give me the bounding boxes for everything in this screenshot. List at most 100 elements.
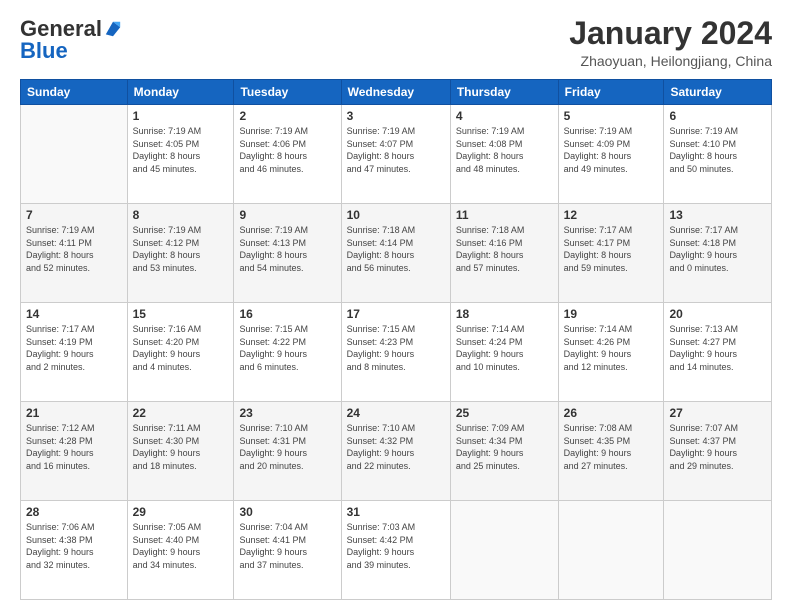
day-info: Sunrise: 7:19 AMSunset: 4:05 PMDaylight:…	[133, 125, 229, 175]
day-number: 12	[564, 208, 659, 222]
day-info: Sunrise: 7:14 AMSunset: 4:24 PMDaylight:…	[456, 323, 553, 373]
day-info: Sunrise: 7:06 AMSunset: 4:38 PMDaylight:…	[26, 521, 122, 571]
day-number: 24	[347, 406, 445, 420]
day-cell: 19 Sunrise: 7:14 AMSunset: 4:26 PMDayligh…	[558, 303, 664, 402]
day-cell	[664, 501, 772, 600]
day-info: Sunrise: 7:15 AMSunset: 4:22 PMDaylight:…	[239, 323, 335, 373]
day-info: Sunrise: 7:17 AMSunset: 4:18 PMDaylight:…	[669, 224, 766, 274]
day-cell: 2Sunrise: 7:19 AMSunset: 4:06 PMDaylight…	[234, 105, 341, 204]
calendar-table: SundayMondayTuesdayWednesdayThursdayFrid…	[20, 79, 772, 600]
week-row-5: 28Sunrise: 7:06 AMSunset: 4:38 PMDayligh…	[21, 501, 772, 600]
day-cell: 16 Sunrise: 7:15 AMSunset: 4:22 PMDayligh…	[234, 303, 341, 402]
week-row-2: 7 Sunrise: 7:19 AMSunset: 4:11 PMDaylight…	[21, 204, 772, 303]
day-number: 27	[669, 406, 766, 420]
day-number: 29	[133, 505, 229, 519]
day-cell: 31 Sunrise: 7:03 AMSunset: 4:42 PMDayligh…	[341, 501, 450, 600]
day-number: 17	[347, 307, 445, 321]
day-info: Sunrise: 7:18 AMSunset: 4:16 PMDaylight:…	[456, 224, 553, 274]
day-cell: 4 Sunrise: 7:19 AMSunset: 4:08 PMDaylight…	[450, 105, 558, 204]
col-header-friday: Friday	[558, 80, 664, 105]
day-info: Sunrise: 7:10 AMSunset: 4:32 PMDaylight:…	[347, 422, 445, 472]
day-info: Sunrise: 7:18 AMSunset: 4:14 PMDaylight:…	[347, 224, 445, 274]
day-info: Sunrise: 7:19 AMSunset: 4:09 PMDaylight:…	[564, 125, 659, 175]
day-info: Sunrise: 7:07 AMSunset: 4:37 PMDaylight:…	[669, 422, 766, 472]
day-number: 11	[456, 208, 553, 222]
day-number: 8	[133, 208, 229, 222]
day-cell: 18 Sunrise: 7:14 AMSunset: 4:24 PMDayligh…	[450, 303, 558, 402]
day-cell: 30 Sunrise: 7:04 AMSunset: 4:41 PMDayligh…	[234, 501, 341, 600]
day-number: 6	[669, 109, 766, 123]
day-info: Sunrise: 7:10 AMSunset: 4:31 PMDaylight:…	[239, 422, 335, 472]
day-number: 1	[133, 109, 229, 123]
day-cell: 25Sunrise: 7:09 AMSunset: 4:34 PMDayligh…	[450, 402, 558, 501]
header: General Blue January 2024 Zhaoyuan, Heil…	[20, 16, 772, 69]
month-title: January 2024	[569, 16, 772, 51]
day-cell: 9 Sunrise: 7:19 AMSunset: 4:13 PMDaylight…	[234, 204, 341, 303]
day-info: Sunrise: 7:13 AMSunset: 4:27 PMDaylight:…	[669, 323, 766, 373]
day-cell: 20 Sunrise: 7:13 AMSunset: 4:27 PMDayligh…	[664, 303, 772, 402]
day-cell: 21Sunrise: 7:12 AMSunset: 4:28 PMDayligh…	[21, 402, 128, 501]
logo: General Blue	[20, 16, 122, 64]
day-cell: 3Sunrise: 7:19 AMSunset: 4:07 PMDaylight…	[341, 105, 450, 204]
col-header-wednesday: Wednesday	[341, 80, 450, 105]
day-cell: 5 Sunrise: 7:19 AMSunset: 4:09 PMDaylight…	[558, 105, 664, 204]
day-number: 4	[456, 109, 553, 123]
day-cell: 6 Sunrise: 7:19 AMSunset: 4:10 PMDaylight…	[664, 105, 772, 204]
day-info: Sunrise: 7:12 AMSunset: 4:28 PMDaylight:…	[26, 422, 122, 472]
day-cell: 1 Sunrise: 7:19 AMSunset: 4:05 PMDaylight…	[127, 105, 234, 204]
day-info: Sunrise: 7:15 AMSunset: 4:23 PMDaylight:…	[347, 323, 445, 373]
day-cell: 17 Sunrise: 7:15 AMSunset: 4:23 PMDayligh…	[341, 303, 450, 402]
title-block: January 2024 Zhaoyuan, Heilongjiang, Chi…	[569, 16, 772, 69]
location-subtitle: Zhaoyuan, Heilongjiang, China	[569, 53, 772, 69]
day-cell	[558, 501, 664, 600]
col-header-tuesday: Tuesday	[234, 80, 341, 105]
day-info: Sunrise: 7:14 AMSunset: 4:26 PMDaylight:…	[564, 323, 659, 373]
day-info: Sunrise: 7:11 AMSunset: 4:30 PMDaylight:…	[133, 422, 229, 472]
logo-icon	[104, 20, 122, 38]
day-cell: 29Sunrise: 7:05 AMSunset: 4:40 PMDayligh…	[127, 501, 234, 600]
day-number: 16	[239, 307, 335, 321]
day-cell: 27 Sunrise: 7:07 AMSunset: 4:37 PMDayligh…	[664, 402, 772, 501]
day-cell	[450, 501, 558, 600]
day-number: 26	[564, 406, 659, 420]
day-info: Sunrise: 7:19 AMSunset: 4:07 PMDaylight:…	[347, 125, 445, 175]
day-info: Sunrise: 7:19 AMSunset: 4:08 PMDaylight:…	[456, 125, 553, 175]
day-number: 19	[564, 307, 659, 321]
day-info: Sunrise: 7:19 AMSunset: 4:13 PMDaylight:…	[239, 224, 335, 274]
day-cell: 8 Sunrise: 7:19 AMSunset: 4:12 PMDaylight…	[127, 204, 234, 303]
day-number: 15	[133, 307, 229, 321]
day-number: 23	[239, 406, 335, 420]
week-row-1: 1 Sunrise: 7:19 AMSunset: 4:05 PMDaylight…	[21, 105, 772, 204]
day-number: 30	[239, 505, 335, 519]
day-info: Sunrise: 7:09 AMSunset: 4:34 PMDaylight:…	[456, 422, 553, 472]
day-cell: 7 Sunrise: 7:19 AMSunset: 4:11 PMDaylight…	[21, 204, 128, 303]
day-cell: 23 Sunrise: 7:10 AMSunset: 4:31 PMDayligh…	[234, 402, 341, 501]
col-header-saturday: Saturday	[664, 80, 772, 105]
col-header-sunday: Sunday	[21, 80, 128, 105]
day-cell: 12Sunrise: 7:17 AMSunset: 4:17 PMDayligh…	[558, 204, 664, 303]
day-number: 31	[347, 505, 445, 519]
day-info: Sunrise: 7:19 AMSunset: 4:10 PMDaylight:…	[669, 125, 766, 175]
day-cell: 24 Sunrise: 7:10 AMSunset: 4:32 PMDayligh…	[341, 402, 450, 501]
day-number: 5	[564, 109, 659, 123]
day-number: 20	[669, 307, 766, 321]
day-number: 14	[26, 307, 122, 321]
day-number: 10	[347, 208, 445, 222]
day-info: Sunrise: 7:19 AMSunset: 4:11 PMDaylight:…	[26, 224, 122, 274]
day-number: 13	[669, 208, 766, 222]
day-number: 18	[456, 307, 553, 321]
day-cell: 26 Sunrise: 7:08 AMSunset: 4:35 PMDayligh…	[558, 402, 664, 501]
day-cell: 10 Sunrise: 7:18 AMSunset: 4:14 PMDayligh…	[341, 204, 450, 303]
day-cell: 22 Sunrise: 7:11 AMSunset: 4:30 PMDayligh…	[127, 402, 234, 501]
logo-blue: Blue	[20, 38, 68, 64]
day-info: Sunrise: 7:16 AMSunset: 4:20 PMDaylight:…	[133, 323, 229, 373]
day-number: 22	[133, 406, 229, 420]
day-info: Sunrise: 7:19 AMSunset: 4:12 PMDaylight:…	[133, 224, 229, 274]
day-info: Sunrise: 7:03 AMSunset: 4:42 PMDaylight:…	[347, 521, 445, 571]
day-info: Sunrise: 7:17 AMSunset: 4:19 PMDaylight:…	[26, 323, 122, 373]
day-number: 7	[26, 208, 122, 222]
col-header-thursday: Thursday	[450, 80, 558, 105]
day-number: 9	[239, 208, 335, 222]
day-info: Sunrise: 7:04 AMSunset: 4:41 PMDaylight:…	[239, 521, 335, 571]
day-info: Sunrise: 7:08 AMSunset: 4:35 PMDaylight:…	[564, 422, 659, 472]
